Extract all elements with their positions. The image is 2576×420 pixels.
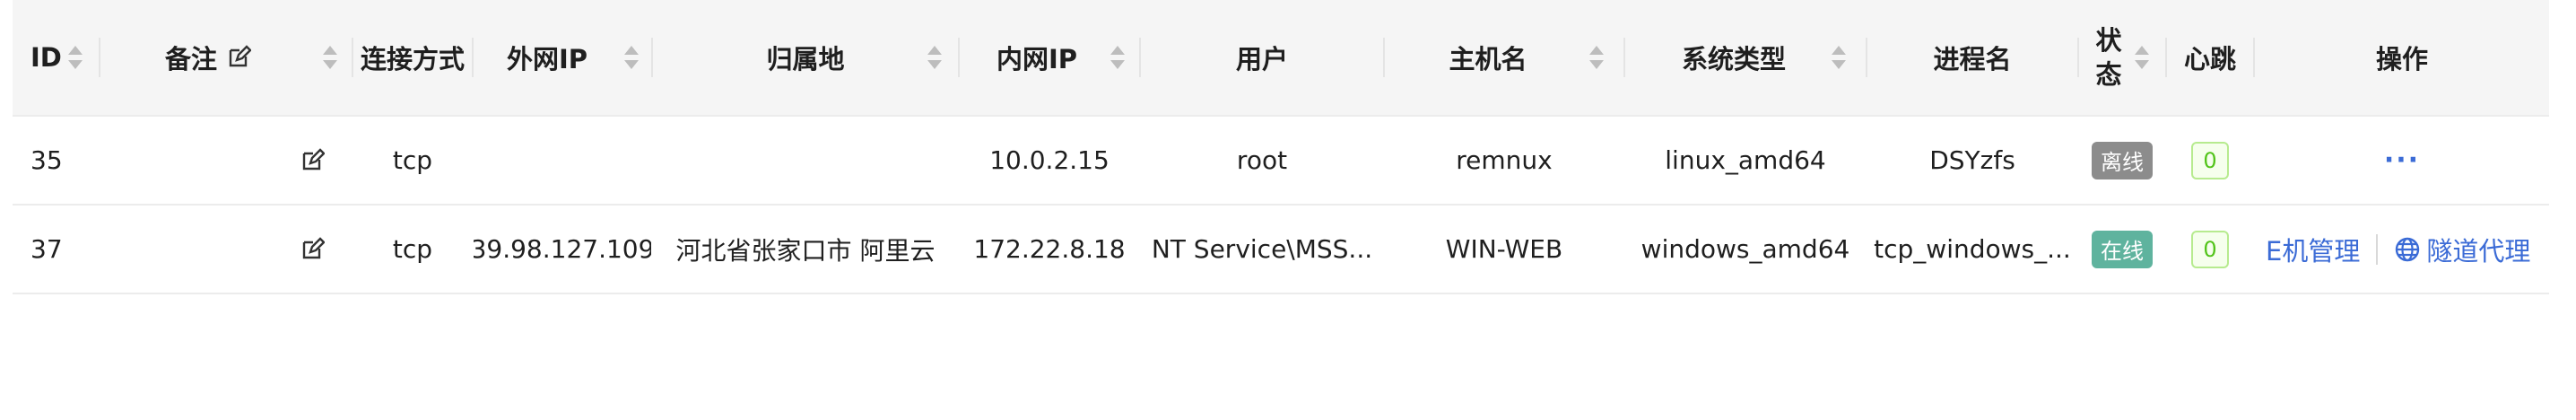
- cell-int-ip: 172.22.8.18: [973, 234, 1126, 264]
- column-user-label: 用户: [1235, 44, 1288, 74]
- more-icon[interactable]: ···: [2384, 144, 2420, 176]
- host-manage-link[interactable]: E机管理: [2266, 231, 2360, 268]
- column-os-label: 系统类型: [1681, 44, 1786, 74]
- status-badge: 在线: [2092, 230, 2153, 268]
- cell-ext-ip: [474, 117, 651, 204]
- cell-hostname: remnux: [1456, 145, 1553, 175]
- sort-icon[interactable]: [323, 46, 337, 69]
- heartbeat-badge: 0: [2191, 230, 2229, 268]
- cell-hostname: WIN-WEB: [1445, 234, 1563, 264]
- cell-int-ip: 10.0.2.15: [989, 145, 1110, 175]
- cell-status: 离线: [2079, 117, 2165, 204]
- edit-icon[interactable]: [300, 236, 325, 262]
- column-remark[interactable]: 备注: [100, 0, 352, 115]
- cell-ext-ip: 39.98.127.109: [474, 234, 651, 264]
- column-ext-ip-label: 外网IP: [506, 44, 588, 74]
- column-user: 用户: [1141, 0, 1383, 115]
- sort-icon[interactable]: [624, 46, 639, 69]
- table-header: ID 备注 连接方式 外网IP 归属地 内网IP 用户 主机名 系统类型 进程名…: [13, 0, 2549, 117]
- column-process: 进程名: [1867, 0, 2077, 115]
- sort-icon[interactable]: [927, 46, 942, 69]
- cell-heartbeat: 0: [2167, 206, 2253, 293]
- edit-icon[interactable]: [226, 45, 251, 70]
- sort-icon[interactable]: [2135, 46, 2149, 69]
- cell-remark: [100, 206, 352, 293]
- heartbeat-badge: 0: [2191, 141, 2229, 179]
- column-ext-ip[interactable]: 外网IP: [474, 0, 651, 115]
- column-status[interactable]: 状 态: [2079, 0, 2165, 115]
- cell-conn: tcp: [392, 234, 433, 264]
- column-heartbeat: 心跳: [2167, 0, 2253, 115]
- cell-status: 在线: [2079, 206, 2165, 293]
- cell-conn: tcp: [392, 145, 433, 175]
- column-conn-label: 连接方式: [360, 44, 465, 74]
- column-status-label-2: 态: [2095, 59, 2122, 90]
- column-hostname-label: 主机名: [1449, 44, 1527, 74]
- sort-icon[interactable]: [1110, 46, 1125, 69]
- column-location-label: 归属地: [766, 44, 845, 74]
- cell-location: 河北省张家口市 阿里云: [675, 235, 936, 266]
- column-os[interactable]: 系统类型: [1625, 0, 1866, 115]
- column-actions-label: 操作: [2375, 44, 2428, 74]
- column-conn: 连接方式: [353, 0, 472, 115]
- column-int-ip-label: 内网IP: [996, 44, 1078, 74]
- column-status-label-1: 状: [2095, 25, 2122, 56]
- cell-process: DSYzfs: [1929, 145, 2015, 175]
- cell-actions: ···: [2255, 117, 2549, 204]
- column-remark-label: 备注: [164, 44, 217, 74]
- column-int-ip[interactable]: 内网IP: [960, 0, 1139, 115]
- edit-icon[interactable]: [300, 147, 325, 173]
- cell-location: [653, 117, 958, 204]
- action-divider: [2376, 233, 2379, 265]
- cell-user: NT Service\MSS...: [1151, 234, 1373, 264]
- cell-heartbeat: 0: [2167, 117, 2253, 204]
- column-hostname[interactable]: 主机名: [1385, 0, 1623, 115]
- table-row: 35 tcp 10.0.2.15 root remnux linux_amd64…: [13, 117, 2549, 206]
- column-actions: 操作: [2255, 0, 2549, 115]
- column-process-label: 进程名: [1933, 44, 2012, 74]
- cell-remark: [100, 117, 352, 204]
- sort-icon[interactable]: [1589, 46, 1604, 69]
- cell-actions: E机管理 隧道代理: [2255, 206, 2549, 293]
- column-id-label: ID: [30, 42, 62, 73]
- table-row: 37 tcp 39.98.127.109 河北省张家口市 阿里云 172.22.…: [13, 206, 2549, 294]
- sort-icon[interactable]: [1832, 46, 1846, 69]
- status-badge: 离线: [2092, 141, 2153, 179]
- cell-process: tcp_windows_...: [1874, 234, 2071, 264]
- column-location[interactable]: 归属地: [653, 0, 958, 115]
- cell-os: windows_amd64: [1640, 234, 1850, 264]
- session-table: ID 备注 连接方式 外网IP 归属地 内网IP 用户 主机名 系统类型 进程名…: [13, 0, 2549, 294]
- globe-icon[interactable]: [2394, 236, 2421, 263]
- cell-os: linux_amd64: [1665, 145, 1826, 175]
- cell-user: root: [1236, 145, 1288, 175]
- sort-icon[interactable]: [68, 46, 83, 69]
- tunnel-proxy-link[interactable]: 隧道代理: [2426, 231, 2530, 268]
- column-heartbeat-label: 心跳: [2183, 44, 2236, 74]
